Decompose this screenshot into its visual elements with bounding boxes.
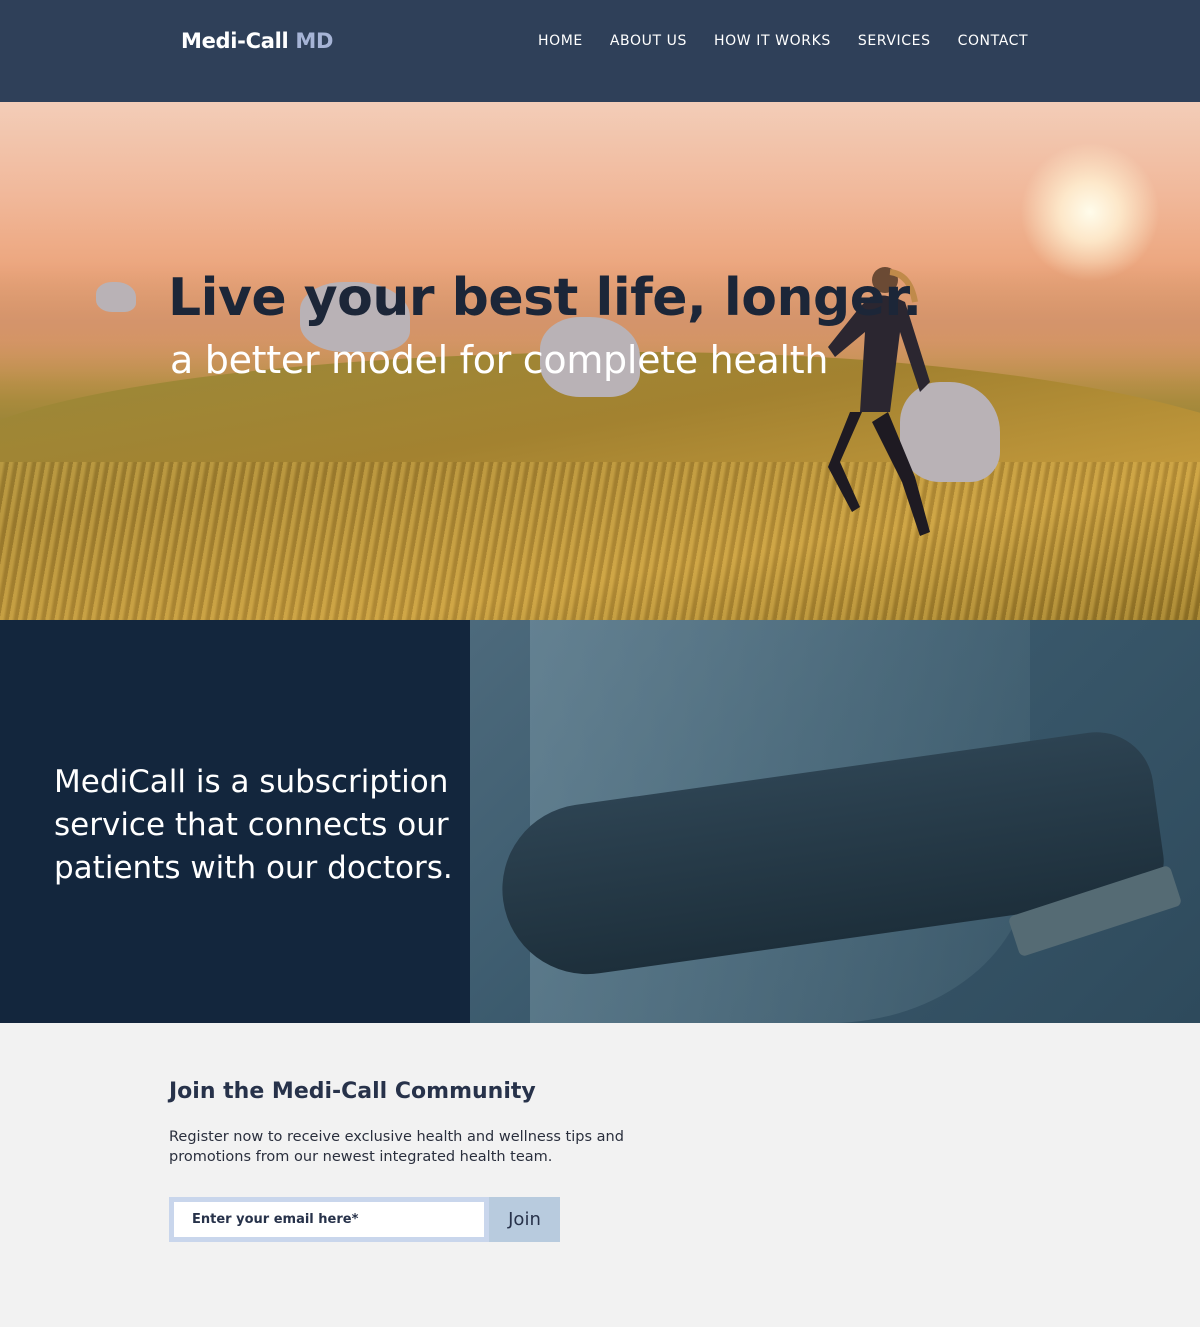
intro-section: MediCall is a subscription service that …: [0, 620, 1200, 1023]
nav-about-us-link[interactable]: ABOUT US: [610, 33, 687, 49]
logo-suffix-text: MD: [295, 29, 334, 53]
signup-title: Join the Medi-Call Community: [169, 1079, 536, 1104]
join-button[interactable]: Join: [489, 1197, 560, 1242]
hero-title: Live your best life, longer.: [168, 268, 922, 328]
intro-doctor-phone-image: [470, 620, 1200, 1023]
hero-subtitle: a better model for complete health: [170, 338, 829, 382]
logo-main-text: Medi-Call: [181, 29, 289, 53]
site-header: Medi-Call MD HOME ABOUT US HOW IT WORKS …: [0, 0, 1200, 102]
nav-contact-link[interactable]: CONTACT: [958, 33, 1029, 49]
site-logo[interactable]: Medi-Call MD: [181, 29, 333, 53]
hero-rock: [96, 282, 136, 312]
main-nav: HOME ABOUT US HOW IT WORKS SERVICES CONT…: [538, 33, 1055, 49]
hero-banner: Live your best life, longer. a better mo…: [0, 102, 1200, 620]
signup-description: Register now to receive exclusive health…: [169, 1129, 624, 1165]
nav-home-link[interactable]: HOME: [538, 33, 583, 49]
hero-sun-image: [1020, 142, 1160, 282]
nav-services-link[interactable]: SERVICES: [858, 33, 931, 49]
intro-text-panel: MediCall is a subscription service that …: [0, 620, 470, 1023]
nav-how-it-works-link[interactable]: HOW IT WORKS: [714, 33, 831, 49]
hero-grass-image: [0, 462, 1200, 620]
intro-statement: MediCall is a subscription service that …: [54, 764, 453, 886]
email-input[interactable]: [169, 1197, 489, 1242]
